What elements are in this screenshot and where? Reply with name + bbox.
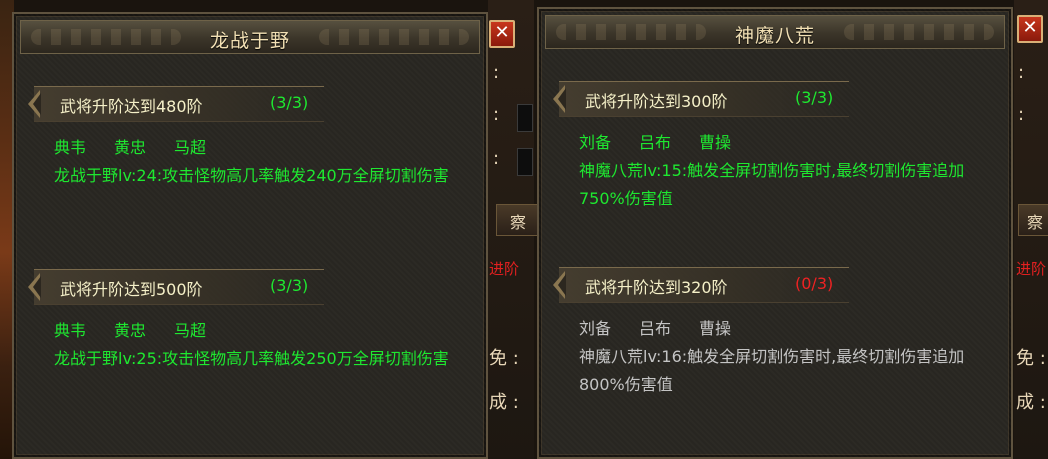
banner-arrow-inner [33, 93, 41, 115]
background-text-fragment: 免 : [489, 348, 519, 369]
background-slot [517, 148, 533, 176]
background-red-label: 进阶 [1016, 260, 1047, 278]
bonus-tier-section: 武将升阶达到500阶 (3/3) 典韦 黄忠 马超 龙战于野lv:25:攻击怪物高几… [28, 269, 466, 373]
bonus-description: 神魔八荒lv:15:触发全屏切割伤害时,最终切割伤害追加750%伤害值 [579, 161, 965, 208]
hero-name: 吕布 [639, 133, 672, 152]
bonus-tier-section: 武将升阶达到320阶 (0/3) 刘备 吕布 曹操 神魔八荒lv:16:触发全屏切割… [553, 267, 991, 399]
banner-arrow-inner [33, 276, 41, 298]
hero-name: 典韦 [54, 138, 87, 157]
hero-name: 黄忠 [114, 138, 147, 157]
background-text-fragment: : [493, 62, 500, 83]
background-red-label: 进阶 [489, 260, 520, 278]
hero-name: 刘备 [579, 133, 612, 152]
hero-name: 黄忠 [114, 321, 147, 340]
hero-list: 典韦 黄忠 马超 [54, 134, 466, 157]
close-button[interactable]: ✕ [489, 20, 515, 48]
set-bonus-panel-longzhan: 龙战于野 武将升阶达到480阶 (3/3) 典韦 黄忠 马超 龙战于野lv:24:攻… [12, 12, 488, 459]
progress-count: (3/3) [270, 276, 309, 295]
requirement-label: 武将升阶达到500阶 [60, 280, 203, 299]
panel-title: 龙战于野 [209, 30, 290, 52]
hero-name: 曹操 [699, 319, 732, 338]
hero-list: 典韦 黄忠 马超 [54, 317, 466, 340]
progress-count: (0/3) [795, 274, 834, 293]
banner-arrow-inner [558, 274, 566, 296]
requirement-label: 武将升阶达到300阶 [585, 92, 728, 111]
progress-count: (3/3) [270, 93, 309, 112]
requirement-label: 武将升阶达到480阶 [60, 97, 203, 116]
background-text-fragment: : [493, 104, 500, 125]
panel-title: 神魔八荒 [734, 25, 815, 47]
requirement-banner: 武将升阶达到320阶 (0/3) [553, 267, 849, 303]
background-text-fragment: 免 : [1016, 348, 1046, 369]
hero-name: 马超 [174, 138, 207, 157]
background-slot [517, 104, 533, 132]
hero-name: 马超 [174, 321, 207, 340]
hero-list: 刘备 吕布 曹操 [579, 129, 991, 152]
background-text-fragment: : [493, 148, 500, 169]
bonus-description: 龙战于野lv:24:攻击怪物高几率触发240万全屏切割伤害 [54, 166, 449, 185]
set-bonus-panel-shenmo: 神魔八荒 武将升阶达到300阶 (3/3) 刘备 吕布 曹操 神魔八荒lv:15:触… [537, 7, 1013, 459]
hero-list: 刘备 吕布 曹操 [579, 315, 991, 338]
background-text-fragment: 成 : [489, 392, 519, 413]
hero-name: 刘备 [579, 319, 612, 338]
progress-count: (3/3) [795, 88, 834, 107]
bonus-description: 龙战于野lv:25:攻击怪物高几率触发250万全屏切割伤害 [54, 349, 449, 368]
hero-name: 吕布 [639, 319, 672, 338]
background-tab: 察 [496, 204, 538, 236]
close-button[interactable]: ✕ [1017, 15, 1043, 43]
hero-name: 典韦 [54, 321, 87, 340]
background-tab-label: 察 [1027, 213, 1044, 232]
bonus-tier-section: 武将升阶达到300阶 (3/3) 刘备 吕布 曹操 神魔八荒lv:15:触发全屏切割… [553, 81, 991, 213]
requirement-banner: 武将升阶达到500阶 (3/3) [28, 269, 324, 305]
bonus-description: 神魔八荒lv:16:触发全屏切割伤害时,最终切割伤害追加800%伤害值 [579, 347, 965, 394]
requirement-banner: 武将升阶达到480阶 (3/3) [28, 86, 324, 122]
background-tab: 察 [1018, 204, 1048, 236]
background-text-fragment: : [1018, 104, 1025, 125]
banner-arrow-inner [558, 88, 566, 110]
background-text-fragment: : [1018, 62, 1025, 83]
background-text-fragment: 成 : [1016, 392, 1046, 413]
bonus-tier-section: 武将升阶达到480阶 (3/3) 典韦 黄忠 马超 龙战于野lv:24:攻击怪物高几… [28, 86, 466, 190]
panel-title-bar: 龙战于野 [20, 20, 480, 54]
hero-name: 曹操 [699, 133, 732, 152]
requirement-label: 武将升阶达到320阶 [585, 278, 728, 297]
panel-title-bar: 神魔八荒 [545, 15, 1005, 49]
background-tab-label: 察 [510, 213, 527, 232]
requirement-banner: 武将升阶达到300阶 (3/3) [553, 81, 849, 117]
